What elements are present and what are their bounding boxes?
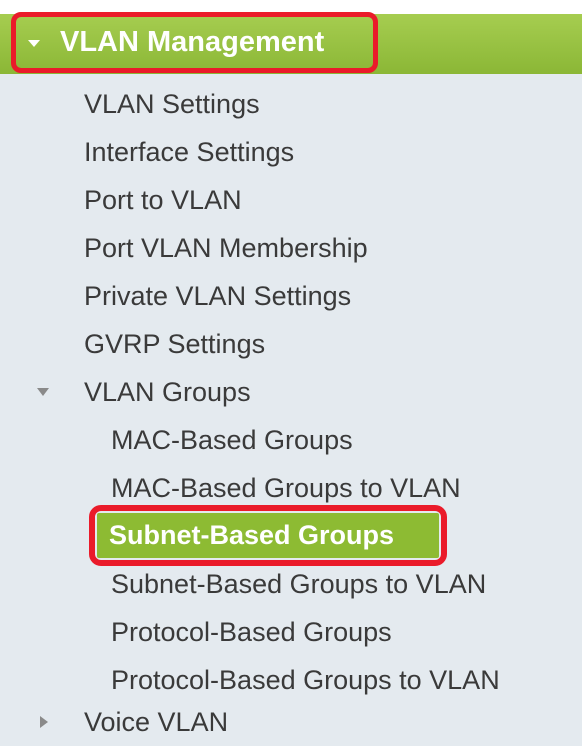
menu-item-interface-settings[interactable]: Interface Settings (84, 136, 294, 168)
submenu-item-mac-based-groups[interactable]: MAC-Based Groups (111, 424, 353, 456)
submenu-item-protocol-based-groups-to-vlan[interactable]: Protocol-Based Groups to VLAN (111, 664, 500, 696)
caret-right-icon[interactable] (40, 716, 48, 728)
navigation-screen: VLAN Management VLAN Settings Interface … (0, 0, 582, 746)
menu-item-vlan-groups[interactable]: VLAN Groups (84, 376, 251, 408)
menu-item-port-to-vlan[interactable]: Port to VLAN (84, 184, 242, 216)
submenu-item-protocol-based-groups[interactable]: Protocol-Based Groups (111, 616, 392, 648)
submenu-item-subnet-based-groups-to-vlan[interactable]: Subnet-Based Groups to VLAN (111, 568, 486, 600)
selected-highlight-frame (89, 505, 447, 566)
submenu-item-mac-based-groups-to-vlan[interactable]: MAC-Based Groups to VLAN (111, 472, 461, 504)
menu-item-private-vlan-settings[interactable]: Private VLAN Settings (84, 280, 351, 312)
menu-item-gvrp-settings[interactable]: GVRP Settings (84, 328, 265, 360)
menu-item-voice-vlan[interactable]: Voice VLAN (84, 706, 228, 738)
menu-item-vlan-settings[interactable]: VLAN Settings (84, 88, 260, 120)
menu-item-port-vlan-membership[interactable]: Port VLAN Membership (84, 232, 368, 264)
header-highlight-frame (11, 12, 378, 73)
caret-down-icon[interactable] (37, 388, 49, 396)
